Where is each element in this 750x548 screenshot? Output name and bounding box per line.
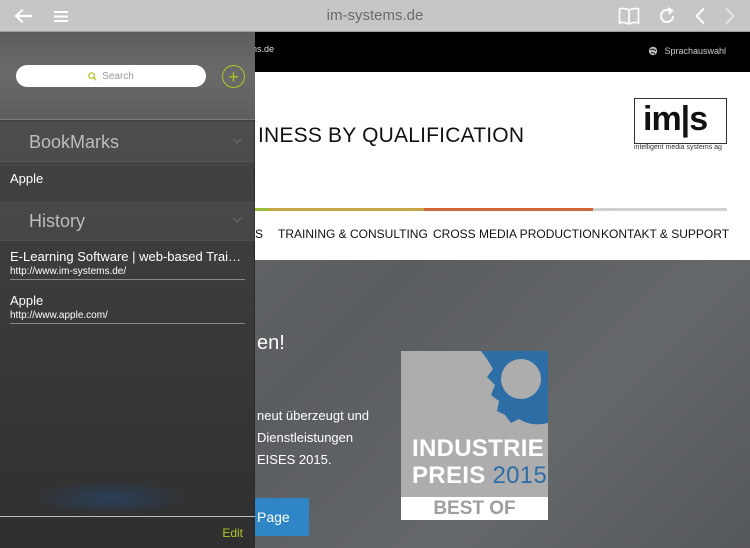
hero-line-3: EISES 2015.	[257, 452, 332, 467]
history-item-url: http://www.im-systems.de/	[10, 266, 127, 277]
chevron-down-icon	[232, 136, 242, 147]
language-selector[interactable]: Sprachauswahl	[648, 46, 726, 56]
reload-icon[interactable]	[656, 4, 678, 28]
bookmarks-title: BookMarks	[29, 132, 120, 152]
gear-icon	[481, 351, 548, 425]
browser-window: ns.de Sprachauswahl INESS BY QUALIFICATI…	[0, 0, 750, 548]
globe-icon	[649, 46, 658, 56]
award-line-2: PREIS 2015	[412, 462, 547, 490]
nav-item-training-consulting[interactable]: TRAINING & CONSULTING	[278, 227, 428, 241]
arrow-left-icon[interactable]	[12, 4, 34, 28]
plus-circle-icon[interactable]: +	[222, 65, 245, 88]
history-item-title: Apple	[10, 293, 44, 308]
search-placeholder: Search	[102, 70, 134, 82]
nav-item-partial[interactable]: S	[255, 227, 263, 241]
open-book-icon[interactable]	[617, 4, 641, 28]
sidebar-glow-decoration	[30, 480, 190, 516]
history-item-apple[interactable]: Apple http://www.apple.com/	[10, 293, 245, 324]
language-label: Sprachauswahl	[664, 46, 726, 56]
history-item-im-systems[interactable]: E-Learning Software | web-based Training…	[10, 249, 245, 280]
award-best-of: BEST OF	[401, 497, 548, 520]
nav-item-cross-media-production[interactable]: CROSS MEDIA PRODUCTION	[433, 227, 600, 241]
award-year: 2015	[492, 462, 548, 489]
nav-color-bar-2	[269, 208, 424, 211]
nav-color-bar-3	[424, 208, 593, 211]
site-slogan: INESS BY QUALIFICATION	[258, 124, 525, 147]
history-header[interactable]: History	[0, 201, 255, 241]
nav-color-bar-4	[593, 208, 727, 211]
bookmarks-history-sidebar: Search + BookMarks Apple History E-Learn…	[0, 32, 255, 548]
chevron-right-icon[interactable]	[720, 4, 740, 28]
logo-tagline: intelligent media systems ag	[634, 144, 722, 151]
magnifier-icon	[88, 71, 97, 81]
hamburger-menu-icon[interactable]	[51, 4, 71, 28]
bookmark-item-apple[interactable]: Apple	[10, 171, 245, 186]
hero-line-1: neut überzeugt und	[257, 408, 370, 423]
award-word: PREIS	[412, 462, 486, 489]
chevron-down-icon	[232, 215, 242, 226]
history-item-url: http://www.apple.com/	[10, 310, 108, 321]
history-title: History	[29, 211, 86, 231]
browser-toolbar: im-systems.de	[0, 0, 750, 32]
hero-heading: en!	[257, 332, 285, 354]
award-line-1: INDUSTRIE	[412, 435, 545, 462]
chevron-left-icon[interactable]	[690, 4, 710, 28]
bookmark-title: Apple	[10, 171, 44, 186]
nav-item-kontakt-support[interactable]: KONTAKT & SUPPORT	[601, 227, 729, 241]
hero-line-2: Dienstleistungen	[257, 430, 354, 445]
site-domain-text: ns.de	[252, 44, 275, 54]
sidebar-footer: Edit	[0, 516, 255, 548]
history-item-title: E-Learning Software | web-based Training	[10, 249, 245, 264]
industriepreis-award-badge[interactable]: INDUSTRIE PREIS 2015 BEST OF	[401, 351, 548, 520]
bookmarks-header[interactable]: BookMarks	[0, 122, 255, 162]
sidebar-search-area: Search +	[0, 32, 255, 120]
search-input[interactable]: Search	[16, 65, 206, 87]
nav-color-bar-1	[255, 208, 269, 211]
edit-button[interactable]: Edit	[222, 526, 243, 540]
company-logo[interactable]: im|s	[634, 98, 727, 144]
logo-mark: im|s	[643, 100, 708, 138]
